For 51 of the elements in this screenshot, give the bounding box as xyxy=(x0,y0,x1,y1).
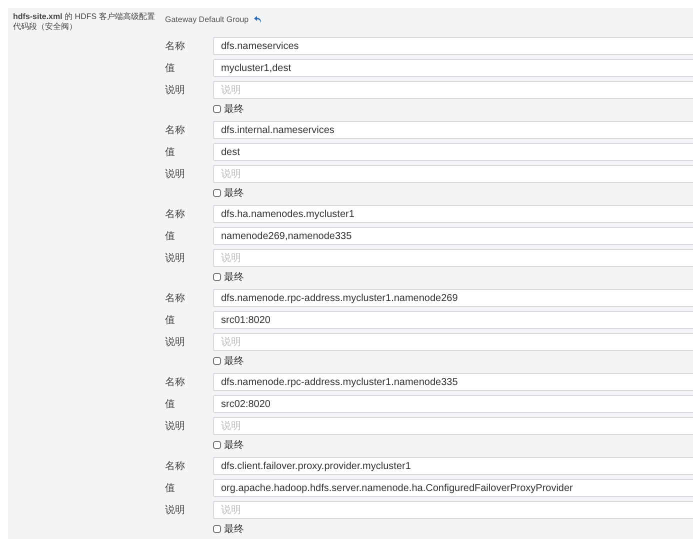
field-label: 值 xyxy=(165,314,176,327)
field-label: 名称 xyxy=(165,376,186,389)
undo-icon[interactable] xyxy=(254,16,262,22)
field-label: 说明 xyxy=(165,504,186,517)
field-label: 值 xyxy=(165,62,176,75)
final-label: 最终 xyxy=(224,523,244,536)
final-label: 最终 xyxy=(224,355,244,368)
value-field[interactable]: namenode269,namenode335 xyxy=(213,227,693,245)
field-label: 说明 xyxy=(165,84,186,97)
name-field[interactable]: dfs.ha.namenodes.mycluster1 xyxy=(213,205,693,223)
field-label: 名称 xyxy=(165,292,186,305)
field-label: 值 xyxy=(165,230,176,243)
value-field[interactable]: org.apache.hadoop.hdfs.server.namenode.ha.ConfiguredFailoverProxyProvider xyxy=(213,479,693,497)
field-label: 值 xyxy=(165,482,176,495)
field-label: 名称 xyxy=(165,124,186,137)
final-label: 最终 xyxy=(224,439,244,452)
description-field[interactable]: 说明 xyxy=(213,249,693,267)
field-label: 值 xyxy=(165,398,176,411)
field-label: 说明 xyxy=(165,336,186,349)
setting-title: hdfs-site.xml 的 HDFS 客户端高级配置代码段（安全阀） xyxy=(13,12,156,32)
final-label: 最终 xyxy=(224,103,244,116)
description-field[interactable]: 说明 xyxy=(213,165,693,183)
description-field[interactable]: 说明 xyxy=(213,81,693,99)
description-field[interactable]: 说明 xyxy=(213,333,693,351)
final-checkbox[interactable] xyxy=(213,441,221,449)
final-label: 最终 xyxy=(224,271,244,284)
field-label: 说明 xyxy=(165,420,186,433)
final-checkbox[interactable] xyxy=(213,105,221,113)
field-label: 名称 xyxy=(165,208,186,221)
final-checkbox[interactable] xyxy=(213,273,221,281)
final-checkbox[interactable] xyxy=(213,357,221,365)
group-label: Gateway Default Group xyxy=(165,14,249,24)
value-field[interactable]: src01:8020 xyxy=(213,311,693,329)
name-field[interactable]: dfs.namenode.rpc-address.mycluster1.namenode269 xyxy=(213,289,693,307)
final-checkbox[interactable] xyxy=(213,189,221,197)
final-label: 最终 xyxy=(224,187,244,200)
name-field[interactable]: dfs.internal.nameservices xyxy=(213,121,693,139)
value-field[interactable]: dest xyxy=(213,143,693,161)
value-field[interactable]: src02:8020 xyxy=(213,395,693,413)
name-field[interactable]: dfs.client.failover.proxy.provider.mycluster1 xyxy=(213,457,693,475)
field-label: 名称 xyxy=(165,460,186,473)
description-field[interactable]: 说明 xyxy=(213,501,693,519)
description-field[interactable]: 说明 xyxy=(213,417,693,435)
name-field[interactable]: dfs.nameservices xyxy=(213,37,693,55)
field-label: 值 xyxy=(165,146,176,159)
field-label: 说明 xyxy=(165,168,186,181)
field-label: 说明 xyxy=(165,252,186,265)
value-field[interactable]: mycluster1,dest xyxy=(213,59,693,77)
field-label: 名称 xyxy=(165,40,186,53)
final-checkbox[interactable] xyxy=(213,525,221,533)
name-field[interactable]: dfs.namenode.rpc-address.mycluster1.namenode335 xyxy=(213,373,693,391)
